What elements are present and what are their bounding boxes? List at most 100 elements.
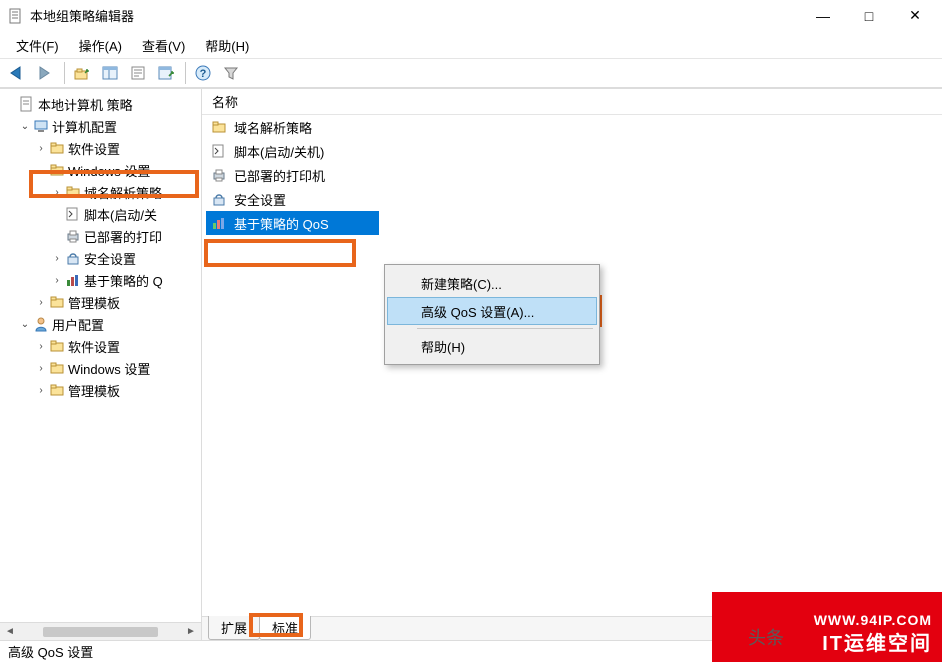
list-tabs: 扩展 标准: [202, 616, 942, 640]
folder-icon: [210, 118, 228, 136]
expander-none: [50, 231, 64, 242]
tab-standard[interactable]: 标准: [259, 616, 311, 640]
statusbar: 高级 QoS 设置: [0, 640, 942, 662]
maximize-button[interactable]: □: [846, 0, 892, 31]
window-controls: — □ ✕: [800, 0, 938, 31]
scroll-thumb[interactable]: [18, 627, 183, 637]
security-icon: [64, 249, 82, 267]
show-hide-console-tree-button[interactable]: [97, 60, 123, 86]
list-item-policy-qos[interactable]: 基于策略的 QoS: [202, 211, 942, 235]
folder-icon: [48, 161, 66, 179]
expander-closed-icon[interactable]: ›: [50, 187, 64, 198]
tree-node-software-settings-user[interactable]: › 软件设置: [4, 335, 201, 357]
tree-label: 已部署的打印: [84, 227, 162, 246]
tree-label: 计算机配置: [52, 117, 117, 136]
expander-open-icon[interactable]: ⌄: [18, 319, 32, 330]
minimize-button[interactable]: —: [800, 0, 846, 31]
tree-label: Windows 设置: [68, 161, 150, 180]
toolbar-separator: [64, 62, 65, 84]
tree-node-user-config[interactable]: ⌄ 用户配置: [4, 313, 201, 335]
tree-node-scripts[interactable]: 脚本(启动/关: [4, 203, 201, 225]
close-button[interactable]: ✕: [892, 0, 938, 31]
forward-button[interactable]: [32, 60, 58, 86]
tree-node-computer-config[interactable]: ⌄ 计算机配置: [4, 115, 201, 137]
export-list-button[interactable]: [153, 60, 179, 86]
tree-node-windows-settings-user[interactable]: › Windows 设置: [4, 357, 201, 379]
tree-label: 基于策略的 Q: [84, 271, 163, 290]
expander-closed-icon[interactable]: ›: [50, 253, 64, 264]
list-body: 域名解析策略 脚本(启动/关机) 已部署的打印机 安全设置 基于策略的 QoS: [202, 115, 942, 616]
expander-closed-icon[interactable]: ›: [34, 297, 48, 308]
filter-button[interactable]: [218, 60, 244, 86]
document-icon: [18, 95, 36, 113]
tree-node-admin-templates[interactable]: › 管理模板: [4, 291, 201, 313]
context-menu-separator: [417, 328, 593, 329]
folder-icon: [48, 293, 66, 311]
tree-label: Windows 设置: [68, 359, 150, 378]
context-menu-label: 高级 QoS 设置(A)...: [421, 302, 534, 321]
tree-node-printers[interactable]: 已部署的打印: [4, 225, 201, 247]
tree-label: 安全设置: [84, 249, 136, 268]
back-button[interactable]: [4, 60, 30, 86]
help-button[interactable]: ?: [190, 60, 216, 86]
list-item-label: 域名解析策略: [234, 118, 312, 137]
list-item-printers[interactable]: 已部署的打印机: [202, 163, 942, 187]
folder-icon: [48, 381, 66, 399]
context-menu-help[interactable]: 帮助(H): [387, 332, 597, 360]
menu-view[interactable]: 查看(V): [132, 33, 195, 58]
expander-closed-icon[interactable]: ›: [50, 275, 64, 286]
user-icon: [32, 315, 50, 333]
properties-button[interactable]: [125, 60, 151, 86]
context-menu-new-policy[interactable]: 新建策略(C)...: [387, 269, 597, 297]
expander-open-icon[interactable]: ⌄: [18, 121, 32, 132]
console-tree[interactable]: 本地计算机 策略 ⌄ 计算机配置 › 软件设置 ⌄ Windows 设置: [0, 89, 201, 405]
toolbar-separator: [185, 62, 186, 84]
menu-file[interactable]: 文件(F): [6, 33, 69, 58]
scroll-left-icon[interactable]: ◄: [2, 626, 18, 637]
tree-horizontal-scrollbar[interactable]: ◄ ►: [0, 622, 201, 640]
tree-node-name-resolution[interactable]: › 域名解析策略: [4, 181, 201, 203]
tree-label: 软件设置: [68, 139, 120, 158]
script-icon: [210, 142, 228, 160]
expander-none: [50, 209, 64, 220]
menu-action[interactable]: 操作(A): [69, 33, 132, 58]
context-menu-advanced-qos[interactable]: 高级 QoS 设置(A)...: [387, 297, 597, 325]
scroll-right-icon[interactable]: ►: [183, 626, 199, 637]
up-button[interactable]: [69, 60, 95, 86]
list-item-label: 基于策略的 QoS: [234, 214, 329, 233]
toolbar: ?: [0, 58, 942, 88]
tree-node-security[interactable]: › 安全设置: [4, 247, 201, 269]
context-menu-label: 帮助(H): [421, 337, 465, 356]
list-item-label: 安全设置: [234, 190, 286, 209]
expander-closed-icon[interactable]: ›: [34, 341, 48, 352]
expander-closed-icon[interactable]: ›: [34, 143, 48, 154]
tree-label: 管理模板: [68, 293, 120, 312]
tree-node-root[interactable]: 本地计算机 策略: [4, 93, 201, 115]
list-item-name-resolution[interactable]: 域名解析策略: [202, 115, 942, 139]
folder-icon: [48, 337, 66, 355]
folder-icon: [64, 183, 82, 201]
list-item-scripts[interactable]: 脚本(启动/关机): [202, 139, 942, 163]
status-text: 高级 QoS 设置: [8, 642, 93, 661]
printer-icon: [210, 166, 228, 184]
tree-node-policy-qos[interactable]: › 基于策略的 Q: [4, 269, 201, 291]
security-icon: [210, 190, 228, 208]
menu-help[interactable]: 帮助(H): [195, 33, 259, 58]
tree-label: 脚本(启动/关: [84, 205, 157, 224]
expander-closed-icon[interactable]: ›: [34, 363, 48, 374]
tree-node-windows-settings[interactable]: ⌄ Windows 设置: [4, 159, 201, 181]
tab-extended[interactable]: 扩展: [208, 616, 260, 640]
tree-label: 用户配置: [52, 315, 104, 334]
list-item-label: 已部署的打印机: [234, 166, 325, 185]
tree-label: 本地计算机 策略: [38, 95, 133, 114]
script-icon: [64, 205, 82, 223]
list-item-security[interactable]: 安全设置: [202, 187, 942, 211]
tree-label: 域名解析策略: [84, 183, 162, 202]
expander-closed-icon[interactable]: ›: [34, 385, 48, 396]
menubar: 文件(F) 操作(A) 查看(V) 帮助(H): [0, 32, 942, 58]
tree-node-admin-templates-user[interactable]: › 管理模板: [4, 379, 201, 401]
folder-icon: [48, 139, 66, 157]
tree-node-software-settings[interactable]: › 软件设置: [4, 137, 201, 159]
expander-open-icon[interactable]: ⌄: [34, 165, 48, 176]
list-column-header-name[interactable]: 名称: [202, 89, 942, 115]
